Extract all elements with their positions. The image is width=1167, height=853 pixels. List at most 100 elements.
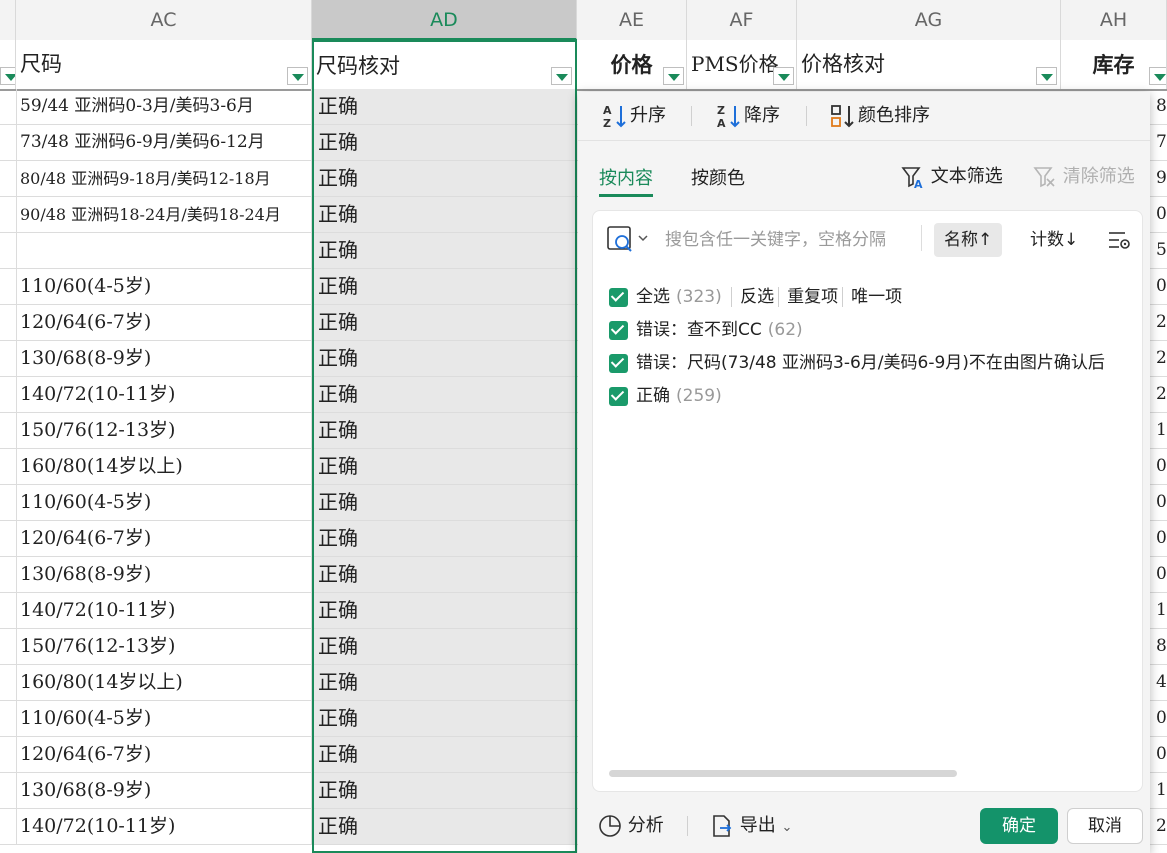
size-cell[interactable]: 80/48 亚洲码9-18月/美码12-18月: [16, 161, 312, 196]
stock-cell[interactable]: 7: [1150, 125, 1167, 160]
size-cell[interactable]: 73/48 亚洲码6-9月/美码6-12月: [16, 125, 312, 160]
size-cell[interactable]: 120/64(6-7岁): [16, 737, 312, 772]
size-check-cell[interactable]: 正确: [312, 701, 577, 736]
size-cell[interactable]: 110/60(4-5岁): [16, 269, 312, 304]
column-header-partial[interactable]: [0, 0, 16, 40]
size-check-cell[interactable]: 正确: [312, 449, 577, 484]
size-check-cell[interactable]: 正确: [312, 593, 577, 628]
size-check-cell[interactable]: 正确: [312, 377, 577, 412]
list-item[interactable]: 正确 (259): [609, 380, 1129, 413]
sort-by-color-button[interactable]: 颜色排序: [830, 92, 930, 140]
stock-cell[interactable]: 2: [1150, 809, 1167, 844]
cancel-button[interactable]: 取消: [1067, 808, 1143, 844]
checkbox-icon[interactable]: [609, 287, 628, 307]
size-cell[interactable]: [16, 233, 312, 268]
sort-by-name-button[interactable]: 名称↑: [934, 223, 1003, 257]
stock-cell[interactable]: 1: [1150, 773, 1167, 808]
size-check-cell[interactable]: 正确: [312, 233, 577, 268]
confirm-button[interactable]: 确定: [980, 808, 1058, 844]
list-item[interactable]: 错误：查不到CC (62): [609, 314, 1129, 347]
stock-cell[interactable]: 0: [1150, 521, 1167, 556]
size-check-cell[interactable]: 正确: [312, 737, 577, 772]
analyze-button[interactable]: 分析: [598, 808, 664, 844]
size-cell[interactable]: 140/72(10-11岁): [16, 809, 312, 844]
size-cell[interactable]: 160/80(14岁以上): [16, 665, 312, 700]
size-check-cell[interactable]: 正确: [312, 665, 577, 700]
size-cell[interactable]: 110/60(4-5岁): [16, 701, 312, 736]
checkbox-icon[interactable]: [609, 386, 628, 406]
size-cell[interactable]: 140/72(10-11岁): [16, 593, 312, 628]
size-check-cell[interactable]: 正确: [312, 629, 577, 664]
size-cell[interactable]: 130/68(8-9岁): [16, 341, 312, 376]
column-header-ae[interactable]: AE: [577, 0, 687, 40]
column-header-af[interactable]: AF: [687, 0, 797, 40]
stock-cell[interactable]: 2: [1150, 377, 1167, 412]
column-header-ag[interactable]: AG: [797, 0, 1061, 40]
checkbox-icon[interactable]: [609, 320, 628, 340]
size-cell[interactable]: 120/64(6-7岁): [16, 305, 312, 340]
stock-cell[interactable]: 0: [1150, 269, 1167, 304]
size-cell[interactable]: 59/44 亚洲码0-3月/美码3-6月: [16, 89, 312, 124]
size-cell[interactable]: 90/48 亚洲码18-24月/美码18-24月: [16, 197, 312, 232]
stock-cell[interactable]: 0: [1150, 737, 1167, 772]
list-item-select-all[interactable]: 全选 (323) 反选 重复项 唯一项: [609, 281, 1129, 314]
size-check-cell[interactable]: 正确: [312, 809, 577, 844]
filter-dropdown-icon[interactable]: [1036, 67, 1057, 85]
filter-dropdown-icon[interactable]: [663, 67, 684, 85]
size-check-cell[interactable]: 正确: [312, 341, 577, 376]
unique-link[interactable]: 唯一项: [842, 287, 903, 307]
size-check-cell[interactable]: 正确: [312, 161, 577, 196]
clear-filter-button[interactable]: 清除筛选: [1033, 162, 1135, 189]
filter-dropdown-icon[interactable]: [551, 67, 572, 85]
size-cell[interactable]: 110/60(4-5岁): [16, 485, 312, 520]
stock-cell[interactable]: 2: [1150, 341, 1167, 376]
filter-dropdown-icon[interactable]: [773, 67, 794, 85]
checkbox-icon[interactable]: [609, 353, 628, 373]
stock-cell[interactable]: 0: [1150, 701, 1167, 736]
column-header-ad[interactable]: AD: [312, 0, 577, 40]
sort-descending-button[interactable]: Z A 降序: [716, 92, 780, 140]
duplicates-link[interactable]: 重复项: [778, 287, 839, 307]
size-cell[interactable]: 130/68(8-9岁): [16, 773, 312, 808]
size-check-cell[interactable]: 正确: [312, 269, 577, 304]
stock-cell[interactable]: 1: [1150, 413, 1167, 448]
size-check-cell[interactable]: 正确: [312, 89, 577, 124]
size-check-cell[interactable]: 正确: [312, 305, 577, 340]
horizontal-scrollbar[interactable]: [609, 770, 957, 777]
export-button[interactable]: 导出 ⌄: [710, 808, 792, 844]
stock-cell[interactable]: 1: [1150, 593, 1167, 628]
size-cell[interactable]: 130/68(8-9岁): [16, 557, 312, 592]
column-header-ah[interactable]: AH: [1061, 0, 1167, 40]
size-check-cell[interactable]: 正确: [312, 125, 577, 160]
stock-cell[interactable]: 4: [1150, 665, 1167, 700]
stock-cell[interactable]: 0: [1150, 557, 1167, 592]
invert-selection-link[interactable]: 反选: [731, 287, 775, 307]
size-cell[interactable]: 140/72(10-11岁): [16, 377, 312, 412]
sort-ascending-button[interactable]: A Z 升序: [602, 92, 666, 140]
tab-by-color[interactable]: 按颜色: [691, 164, 745, 190]
stock-cell[interactable]: 8: [1150, 629, 1167, 664]
size-check-cell[interactable]: 正确: [312, 413, 577, 448]
size-check-cell[interactable]: 正确: [312, 197, 577, 232]
stock-cell[interactable]: 9: [1150, 161, 1167, 196]
size-check-cell[interactable]: 正确: [312, 557, 577, 592]
tab-by-content[interactable]: 按内容: [599, 164, 653, 197]
column-header-ac[interactable]: AC: [16, 0, 312, 40]
text-filter-button[interactable]: A 文本筛选: [901, 162, 1003, 191]
size-cell[interactable]: 160/80(14岁以上): [16, 449, 312, 484]
size-cell[interactable]: 150/76(12-13岁): [16, 413, 312, 448]
stock-cell[interactable]: 0: [1150, 197, 1167, 232]
list-settings-button[interactable]: [1107, 229, 1131, 255]
size-check-cell[interactable]: 正确: [312, 521, 577, 556]
stock-cell[interactable]: 0: [1150, 485, 1167, 520]
search-mode-dropdown[interactable]: [607, 225, 651, 257]
size-check-cell[interactable]: 正确: [312, 485, 577, 520]
list-item[interactable]: 错误：尺码(73/48 亚洲码3-6月/美码6-9月)不在由图片确认后: [609, 347, 1129, 380]
stock-cell[interactable]: 2: [1150, 305, 1167, 340]
stock-cell[interactable]: 5: [1150, 233, 1167, 268]
stock-cell[interactable]: 0: [1150, 449, 1167, 484]
sort-by-count-button[interactable]: 计数↓: [1020, 223, 1088, 257]
search-input[interactable]: [663, 221, 922, 259]
size-cell[interactable]: 120/64(6-7岁): [16, 521, 312, 556]
filter-dropdown-icon[interactable]: [287, 67, 308, 85]
